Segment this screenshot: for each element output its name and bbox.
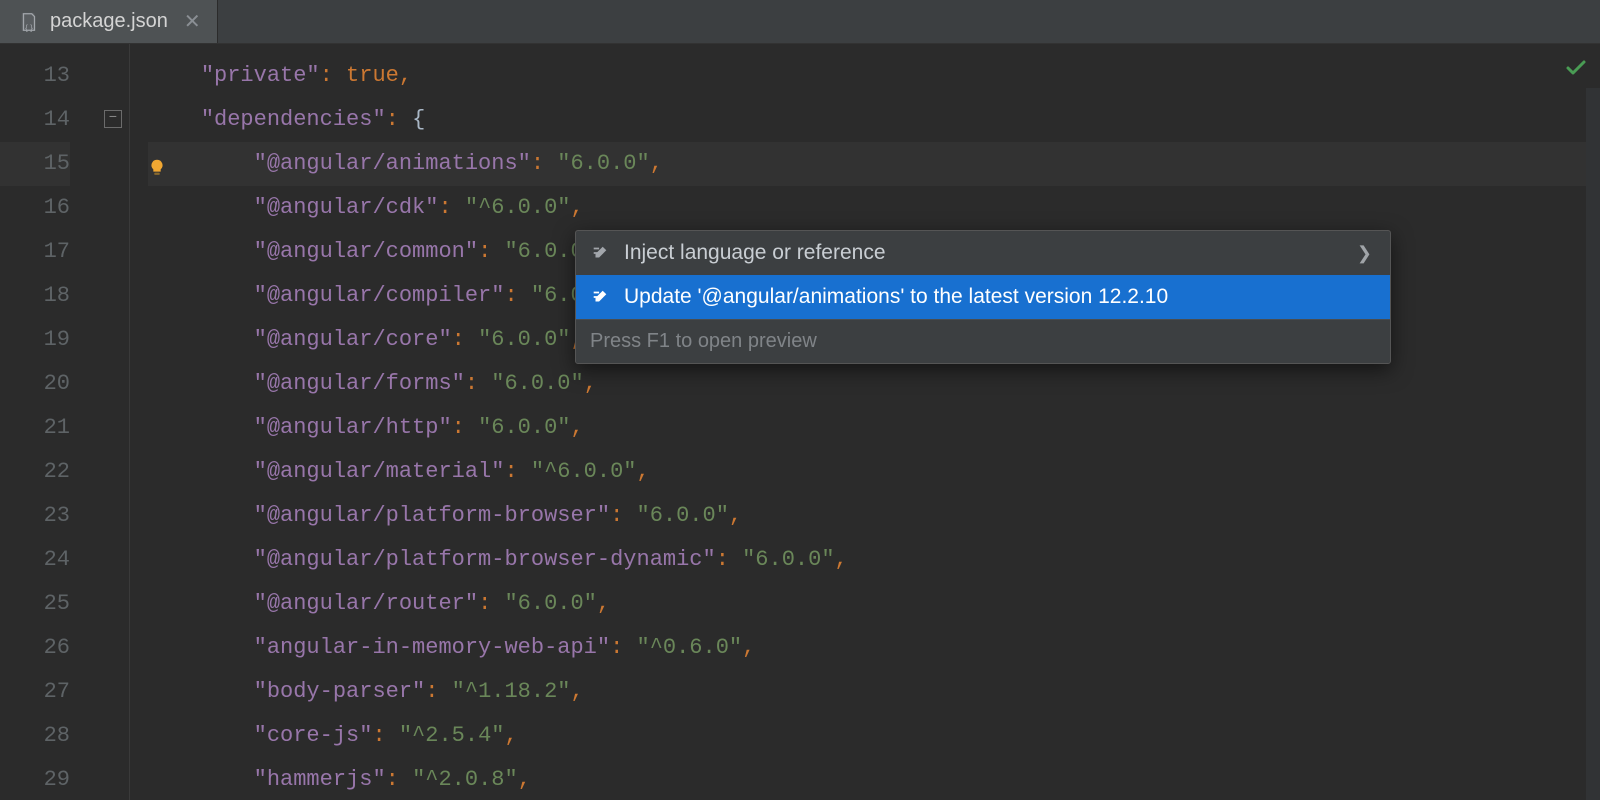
svg-text:{ }: { }	[25, 23, 33, 32]
line-number-gutter: 1314151617181920212223242526272829	[0, 44, 100, 800]
code-line[interactable]: "@angular/platform-browser-dynamic": "6.…	[148, 538, 1600, 582]
line-number: 16	[0, 186, 70, 230]
line-number: 25	[0, 582, 70, 626]
inspection-ok-icon[interactable]	[1564, 56, 1588, 88]
code-line[interactable]: "@angular/animations": "6.0.0",	[148, 142, 1600, 186]
code-line[interactable]: "angular-in-memory-web-api": "^0.6.0",	[148, 626, 1600, 670]
intention-label: Inject language or reference	[624, 241, 886, 265]
code-area[interactable]: "private": true, "dependencies": { "@ang…	[130, 44, 1600, 800]
code-line[interactable]: "hammerjs": "^2.0.8",	[148, 758, 1600, 800]
code-line[interactable]: "core-js": "^2.5.4",	[148, 714, 1600, 758]
line-number: 27	[0, 670, 70, 714]
code-line[interactable]: "@angular/forms": "6.0.0",	[148, 362, 1600, 406]
line-number: 17	[0, 230, 70, 274]
tab-package-json[interactable]: { } package.json ✕	[0, 0, 218, 43]
fold-strip: −	[100, 44, 130, 800]
line-number: 15	[0, 142, 70, 186]
line-number: 13	[0, 54, 70, 98]
tab-filename: package.json	[50, 10, 168, 33]
line-number: 20	[0, 362, 70, 406]
line-number: 22	[0, 450, 70, 494]
intention-bulb-icon[interactable]	[146, 152, 168, 174]
line-number: 18	[0, 274, 70, 318]
line-number: 19	[0, 318, 70, 362]
chevron-right-icon: ❯	[1357, 243, 1372, 264]
code-line[interactable]: "@angular/http": "6.0.0",	[148, 406, 1600, 450]
code-line[interactable]: "private": true,	[148, 54, 1600, 98]
line-number: 23	[0, 494, 70, 538]
line-number: 14	[0, 98, 70, 142]
code-line[interactable]: "@angular/router": "6.0.0",	[148, 582, 1600, 626]
intention-label: Update '@angular/animations' to the late…	[624, 285, 1168, 309]
code-line[interactable]: "@angular/cdk": "^6.0.0",	[148, 186, 1600, 230]
edit-icon	[590, 287, 610, 307]
intention-footer-text: Press F1 to open preview	[590, 330, 817, 353]
fold-toggle-icon[interactable]: −	[104, 110, 122, 128]
line-number: 28	[0, 714, 70, 758]
line-number: 26	[0, 626, 70, 670]
tab-bar: { } package.json ✕	[0, 0, 1600, 44]
json-file-icon: { }	[18, 11, 40, 33]
close-icon[interactable]: ✕	[178, 9, 201, 34]
intention-update-dependency[interactable]: Update '@angular/animations' to the late…	[576, 275, 1390, 319]
editor[interactable]: 1314151617181920212223242526272829 − "pr…	[0, 44, 1600, 800]
edit-icon	[590, 243, 610, 263]
code-line[interactable]: "@angular/material": "^6.0.0",	[148, 450, 1600, 494]
vertical-scrollbar[interactable]	[1586, 88, 1600, 800]
code-line[interactable]: "dependencies": {	[148, 98, 1600, 142]
code-line[interactable]: "@angular/platform-browser": "6.0.0",	[148, 494, 1600, 538]
code-line[interactable]: "body-parser": "^1.18.2",	[148, 670, 1600, 714]
line-number: 21	[0, 406, 70, 450]
intention-footer: Press F1 to open preview	[576, 319, 1390, 363]
line-number: 24	[0, 538, 70, 582]
line-number: 29	[0, 758, 70, 800]
intention-inject-language[interactable]: Inject language or reference ❯	[576, 231, 1390, 275]
intention-popup: Inject language or reference ❯ Update '@…	[575, 230, 1391, 364]
